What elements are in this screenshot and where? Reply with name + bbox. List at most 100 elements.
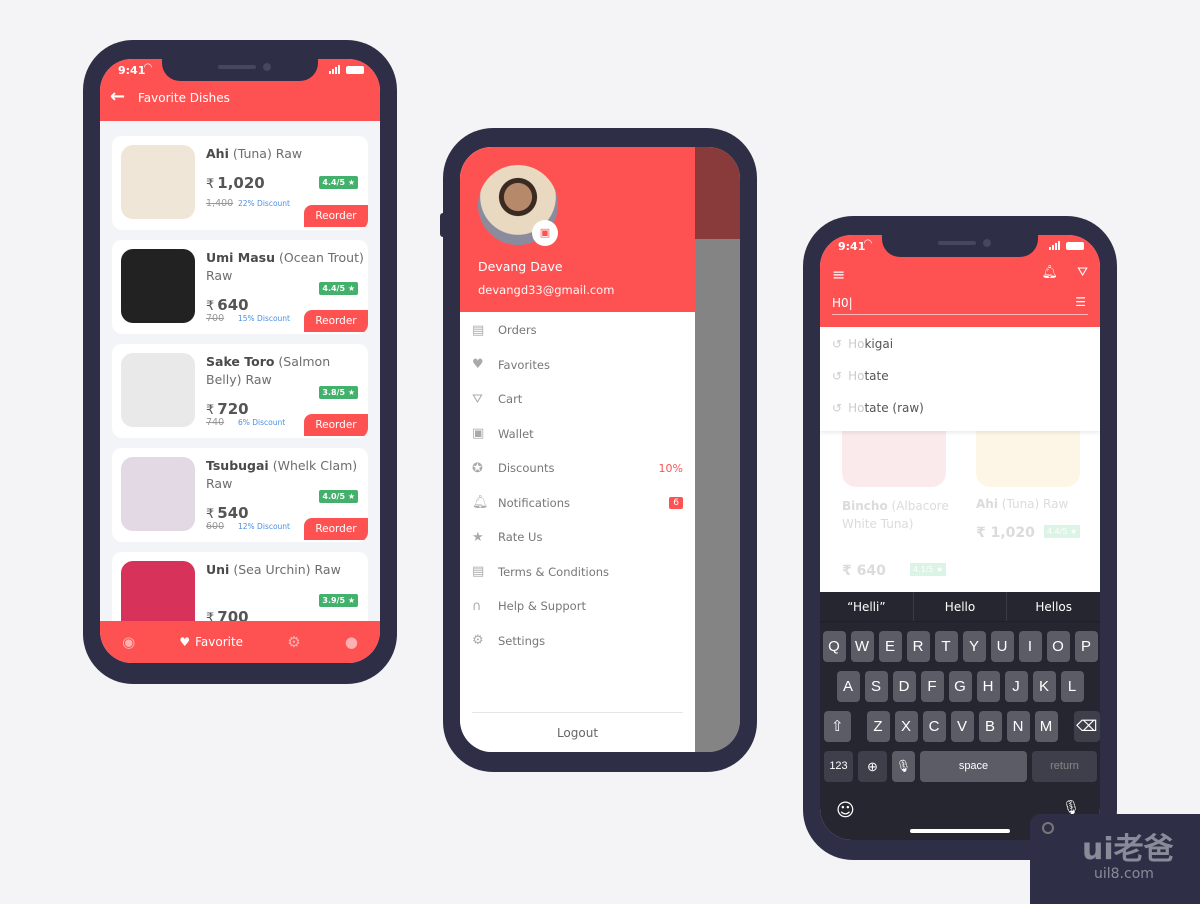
rating-badge: 3.8/5 ★ [319, 386, 358, 399]
key-z[interactable]: Z [866, 711, 890, 742]
bell-icon[interactable]: 🔔︎ [1041, 265, 1058, 280]
numbers-key[interactable]: 123 [824, 751, 853, 782]
basket-icon[interactable]: ⛛ [1077, 265, 1088, 280]
key-h[interactable]: H [976, 671, 1000, 702]
prediction-2[interactable]: Hello [914, 592, 1008, 621]
notch [162, 59, 318, 81]
key-l[interactable]: L [1060, 671, 1084, 702]
logout-button[interactable]: Logout [472, 712, 683, 752]
discount-value: 10% [658, 461, 683, 475]
globe-key[interactable]: ⊕ [858, 751, 887, 782]
mic-key[interactable]: 🎙︎ [892, 751, 915, 782]
favorite-dish-card[interactable]: Sake Toro (Salmon Belly) Raw ₹720 740 6%… [112, 344, 368, 438]
document-icon: ▤ [472, 564, 485, 579]
shift-key[interactable]: ⇧ [824, 711, 851, 742]
menu-item-orders[interactable]: ▤ Orders [472, 320, 683, 340]
favorite-dish-card[interactable]: Tsubugai (Whelk Clam) Raw ₹540 600 12% D… [112, 448, 368, 542]
key-b[interactable]: B [978, 711, 1002, 742]
key-x[interactable]: X [894, 711, 918, 742]
discount-label: 12% Discount [238, 522, 290, 531]
discount-label: 6% Discount [238, 418, 286, 427]
original-price: 600 [206, 521, 225, 532]
key-j[interactable]: J [1004, 671, 1028, 702]
search-suggestion[interactable]: ↺ Ho tate [832, 366, 889, 386]
key-k[interactable]: K [1032, 671, 1056, 702]
original-price: 1,400 [206, 198, 234, 209]
rating-badge: 4.0/5 ★ [319, 490, 358, 503]
menu-item-terms-conditions[interactable]: ▤ Terms & Conditions [472, 562, 683, 582]
menu-item-help-support[interactable]: ∩ Help & Support [472, 596, 683, 616]
key-g[interactable]: G [948, 671, 972, 702]
emoji-icon[interactable]: ☺ [836, 800, 855, 821]
reorder-button[interactable]: Reorder [304, 518, 368, 540]
menu-item-rate-us[interactable]: ★ Rate Us [472, 527, 683, 547]
key-d[interactable]: D [892, 671, 916, 702]
search-screen: 9:41 ◠ ≡ 🔔︎ ⛛ H0| ☰ ↺ Ho kigai ↺ Ho tate ↺ Ho tat… [820, 235, 1100, 840]
key-t[interactable]: T [934, 631, 958, 662]
key-a[interactable]: A [836, 671, 860, 702]
result-card[interactable]: Ahi (Tuna) Raw ₹ 1,020 4.4/5 ★ [968, 431, 1092, 551]
menu-item-favorites[interactable]: ♥ Favorites [472, 355, 683, 375]
key-q[interactable]: Q [822, 631, 846, 662]
bell-icon: 🔔︎ [472, 495, 489, 510]
search-suggestion[interactable]: ↺ Ho kigai [832, 334, 893, 354]
key-c[interactable]: C [922, 711, 946, 742]
return-key[interactable]: return [1032, 751, 1097, 782]
key-r[interactable]: R [906, 631, 930, 662]
key-o[interactable]: O [1046, 631, 1070, 662]
favorite-dish-card[interactable]: Ahi (Tuna) Raw ₹1,020 1,400 22% Discount… [112, 136, 368, 230]
dish-image [121, 145, 195, 219]
filter-sliders-icon[interactable]: ☰ [1075, 295, 1086, 309]
phone-drawer: ▣ Devang Dave devangd33@gmail.com ▤ Order… [440, 128, 757, 772]
menu-item-settings[interactable]: ⚙ Settings [472, 631, 683, 651]
reorder-button[interactable]: Reorder [304, 310, 368, 332]
space-key[interactable]: space [920, 751, 1027, 782]
reorder-button[interactable]: Reorder [304, 205, 368, 227]
tab-profile-user-icon[interactable]: ● [345, 633, 358, 651]
tab-explore-compass-icon[interactable]: ◉ [122, 633, 135, 651]
tab-settings-gear-icon[interactable]: ⚙ [287, 633, 300, 651]
menu-hamburger-icon[interactable]: ≡ [832, 265, 845, 284]
menu-item-cart[interactable]: ⛛ Cart [472, 389, 683, 409]
drawer-overlay[interactable] [695, 147, 740, 752]
key-s[interactable]: S [864, 671, 888, 702]
price: ₹720 [206, 400, 249, 418]
key-m[interactable]: M [1034, 711, 1058, 742]
key-e[interactable]: E [878, 631, 902, 662]
history-icon: ↺ [832, 401, 843, 415]
battery-icon [346, 66, 364, 74]
camera-icon[interactable]: ▣ [532, 220, 558, 246]
search-suggestion[interactable]: ↺ Ho tate (raw) [832, 398, 924, 418]
menu-item-discounts[interactable]: ✪ Discounts 10% [472, 458, 683, 478]
key-i[interactable]: I [1018, 631, 1042, 662]
back-arrow-icon[interactable]: ← [110, 86, 125, 107]
menu-item-wallet[interactable]: ▣ Wallet [472, 424, 683, 444]
backspace-key[interactable]: ⌫ [1073, 711, 1100, 742]
favorite-dish-card[interactable]: Umi Masu (Ocean Trout) Raw ₹640 700 15% … [112, 240, 368, 334]
prediction-3[interactable]: Hellos [1007, 592, 1100, 621]
key-y[interactable]: Y [962, 631, 986, 662]
key-p[interactable]: P [1074, 631, 1098, 662]
discount-icon: ✪ [472, 460, 483, 476]
original-price: 700 [206, 313, 225, 324]
price: ₹540 [206, 504, 249, 522]
home-indicator [910, 829, 1010, 833]
suggestion-list: ↺ Ho kigai ↺ Ho tate ↺ Ho tate (raw) [820, 327, 1100, 431]
key-u[interactable]: U [990, 631, 1014, 662]
search-input[interactable]: H0| [832, 293, 1088, 315]
key-f[interactable]: F [920, 671, 944, 702]
discount-label: 15% Discount [238, 314, 290, 323]
heart-icon: ♥ [179, 635, 191, 649]
reorder-button[interactable]: Reorder [304, 414, 368, 436]
result-card[interactable]: Bincho (Albacore White Tuna) ₹ 640 4.1/5… [834, 431, 958, 581]
wifi-icon: ◠ [864, 238, 872, 249]
rating-badge: 4.4/5 ★ [319, 282, 358, 295]
menu-item-notifications[interactable]: 🔔︎ Notifications 6 [472, 493, 683, 513]
key-w[interactable]: W [850, 631, 874, 662]
key-v[interactable]: V [950, 711, 974, 742]
headphones-icon: ∩ [472, 598, 482, 614]
user-email: devangd33@gmail.com [478, 283, 615, 297]
prediction-1[interactable]: “Helli” [820, 592, 914, 621]
tab-favorite[interactable]: ♥ Favorite [179, 635, 243, 649]
key-n[interactable]: N [1006, 711, 1030, 742]
